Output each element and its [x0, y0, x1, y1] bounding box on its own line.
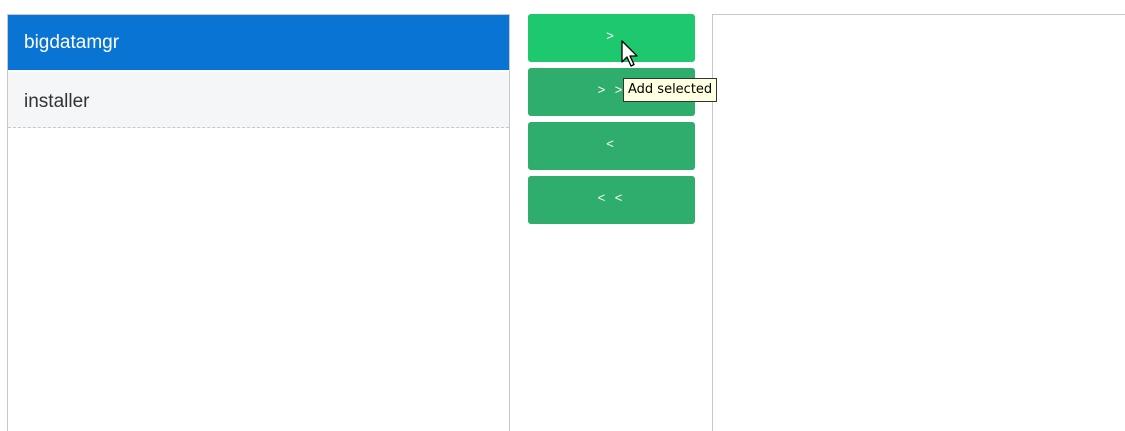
dual-list-selector: bigdatamgr installer > > > < < < Add sel…: [0, 0, 1125, 431]
selected-list[interactable]: [712, 14, 1125, 431]
mouse-cursor-icon: [621, 40, 638, 67]
remove-selected-button[interactable]: <: [528, 122, 695, 170]
add-selected-tooltip: Add selected: [623, 78, 718, 102]
add-all-label: > >: [597, 81, 626, 97]
remove-all-label: < <: [597, 189, 626, 205]
remove-selected-label: <: [606, 135, 617, 151]
list-item-bigdatamgr[interactable]: bigdatamgr: [8, 15, 509, 70]
list-item-label: bigdatamgr: [24, 32, 120, 53]
add-selected-button[interactable]: >: [528, 14, 695, 62]
remove-all-button[interactable]: < <: [528, 176, 695, 224]
list-item-installer[interactable]: installer: [8, 72, 509, 128]
add-selected-label: >: [606, 27, 617, 43]
available-list[interactable]: bigdatamgr installer: [7, 14, 510, 431]
list-item-label: installer: [24, 91, 90, 112]
